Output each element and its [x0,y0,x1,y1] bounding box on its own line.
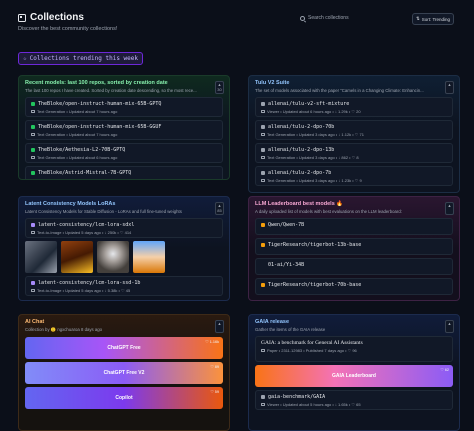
avatar [31,101,35,106]
avatar [31,222,35,227]
list-item[interactable]: allenai/tulu-2-dpo-13b Text Generation •… [255,142,453,163]
list-item[interactable]: latent-consistency/lcm-lora-ssd-1b Text-… [25,275,223,296]
collection-card-gaia[interactable]: GAIA release Gather the items of the GAI… [248,314,460,431]
avatar [261,282,265,287]
gallery-image[interactable] [25,240,57,273]
search-input[interactable]: Search collections [300,15,349,21]
list-item[interactable]: TigerResearch/tigerbot-70b-base [255,277,453,295]
text-to-image-icon [31,231,35,234]
text-generation-icon [261,156,265,159]
collection-card-lcm-loras[interactable]: Latent Consistency Models LoRAs Latent C… [18,196,230,301]
page-subtitle: Discover the best community collections! [18,26,118,32]
card-title: Latent Consistency Models LoRAs [25,201,116,207]
list-item[interactable]: Qwen/Qwen-7B [255,217,453,235]
card-description: The last 100 repos I have created. Sorte… [25,87,197,93]
collection-card-llm-leaderboard[interactable]: LLM Leaderboard best models 🔥 A daily up… [248,196,460,301]
list-item[interactable]: allenai/tulu-v2-sft-mixture Viewer • Upd… [255,96,453,117]
list-item[interactable]: allenai/tulu-2-dpo-7b Text Generation • … [255,165,453,186]
list-item[interactable]: TheBloke/Aethesia-L2-70B-GPTQ Text Gener… [25,142,223,163]
avatar [31,147,35,152]
card-description: A daily uploaded list of models with bes… [255,208,402,214]
card-description: Gather the items of the GAIA release [255,326,326,332]
viewer-icon [261,110,265,113]
list-item[interactable]: 01-ai/Yi-34B [255,257,453,275]
collection-card-ai-chat[interactable]: AI Chat Collection by 🙂 ngxchuaroa 8 day… [18,314,230,431]
collection-card-recent-models[interactable]: Recent models: last 100 repos, sorted by… [18,75,230,180]
sort-button[interactable]: ⇅ Sort: Trending [412,13,455,25]
space-card[interactable]: ChatGPT Free V2 ♡ 89 [25,361,223,384]
star-icon: ☆ [23,55,27,62]
sort-icon: ⇅ [416,16,420,21]
card-title: LLM Leaderboard best models 🔥 [255,201,344,207]
list-item[interactable]: TheBloke/Astrid-Mistral-7B-GPTQ [25,165,223,179]
list-item[interactable]: allenai/tulu-2-dpo-70b Text Generation •… [255,119,453,140]
avatar [31,124,35,129]
text-to-image-icon [31,289,35,292]
avatar [261,263,265,267]
likes-count: ♡ 1.16k [205,339,219,344]
card-description: Collection by 🙂 ngxchuaroa 8 days ago [25,326,103,332]
text-generation-icon [31,133,35,136]
avatar [261,242,265,247]
likes-count: ♡ 89 [210,364,219,369]
viewer-icon [261,403,265,406]
gallery-image[interactable] [61,240,93,273]
avatar [261,222,265,227]
page-header: Collections Discover the best community … [18,12,117,32]
list-item[interactable]: latent-consistency/lcm-lora-sdxl Text-to… [25,217,223,238]
trending-badge: ☆ Collections trending this week [18,52,143,65]
gallery-image[interactable] [133,240,165,273]
avatar [261,147,265,152]
card-description: The set of models associated with the pa… [255,87,424,93]
card-description: Latent Consistency Models for Stable Dif… [25,208,182,214]
card-title: GAIA release [255,319,290,325]
gallery-image[interactable] [97,240,129,273]
trending-label: Collections trending this week [29,55,138,62]
upvote-button[interactable]: ▲ 85 [215,202,224,215]
avatar [31,170,35,175]
text-generation-icon [31,156,35,159]
space-card[interactable]: GAIA Leaderboard ♡ 62 [255,364,453,387]
upvote-button[interactable]: ▲ [215,320,224,333]
upvote-button[interactable]: ▲ [445,320,454,333]
sort-label: Sort: Trending [421,16,451,22]
likes-count: ♡ 59 [210,389,219,394]
upvote-button[interactable]: ▲ 30 [215,81,224,94]
upvote-button[interactable]: ▲ [445,202,454,215]
avatar [261,170,265,175]
list-item[interactable]: TheBloke/open-instruct-human-mix-65B-GPT… [25,96,223,117]
text-generation-icon [31,110,35,113]
card-title: AI Chat [25,319,45,325]
text-generation-icon [261,133,265,136]
dataset-icon [261,101,265,106]
list-item[interactable]: TheBloke/open-instruct-human-mix-65B-GGU… [25,119,223,140]
text-generation-icon [261,179,265,182]
paper-item[interactable]: GAIA: a benchmark for General AI Assista… [255,335,453,362]
search-placeholder: Search collections [308,15,349,21]
avatar [31,280,35,285]
dataset-icon [261,394,265,399]
avatar [261,124,265,129]
paper-icon [261,349,265,352]
image-gallery [25,240,223,273]
space-card[interactable]: Copilot ♡ 59 [25,386,223,409]
card-title: Recent models: last 100 repos, sorted by… [25,80,168,86]
search-icon [300,15,305,21]
page-title: Collections [30,12,84,23]
card-title: Tulu V2 Suite [255,80,290,86]
likes-count: ♡ 62 [440,367,449,372]
list-item[interactable]: TigerResearch/tigerbot-13b-base [255,237,453,255]
list-item[interactable]: gaia-benchmark/GAIA Viewer • Updated abo… [255,389,453,410]
collection-card-tulu-v2[interactable]: Tulu V2 Suite The set of models associat… [248,75,460,193]
collections-icon [18,13,26,22]
space-card[interactable]: ChatGPT Free ♡ 1.16k [25,336,223,359]
upvote-button[interactable]: ▲ [445,81,454,94]
paper-title: GAIA: a benchmark for General AI Assista… [261,339,363,346]
